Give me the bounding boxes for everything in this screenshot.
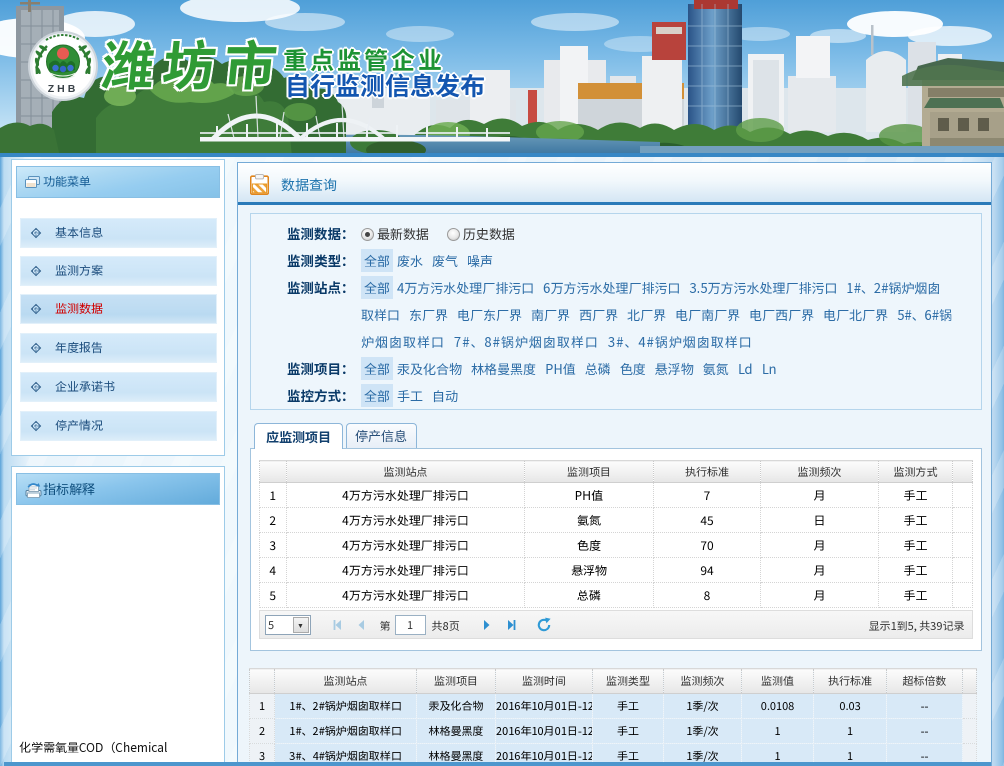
svg-text:ZHB: ZHB <box>48 83 79 95</box>
